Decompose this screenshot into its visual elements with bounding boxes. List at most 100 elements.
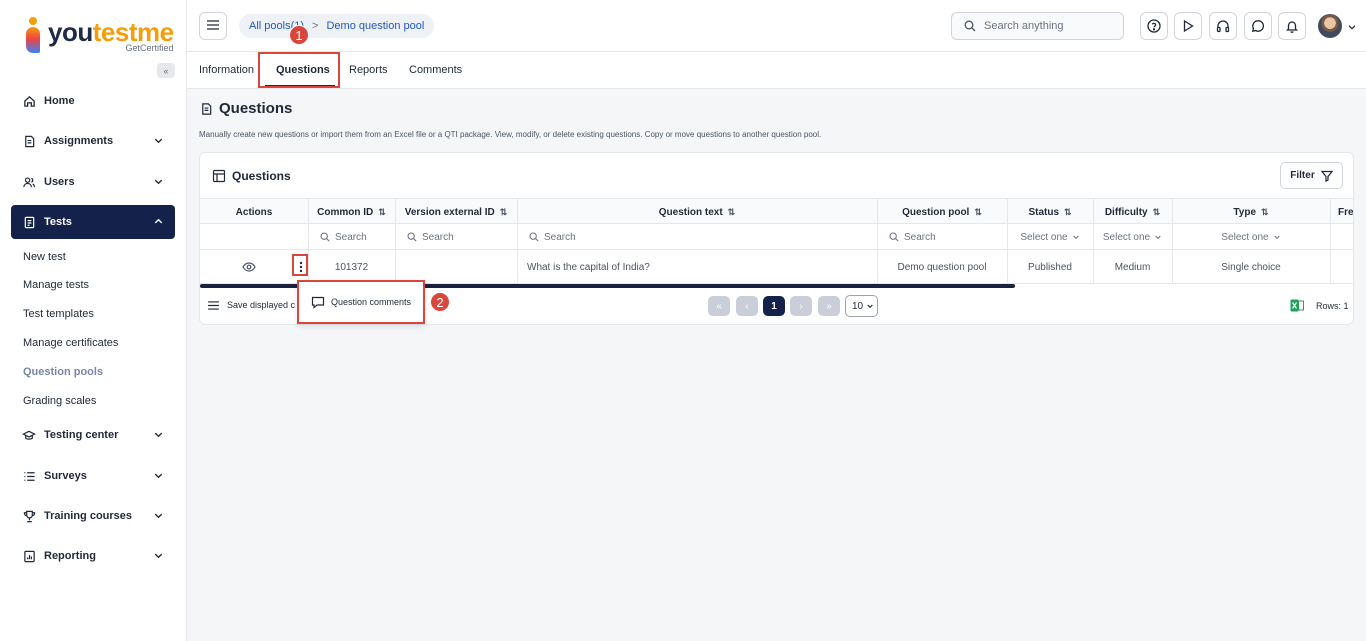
column-divider <box>1330 198 1331 284</box>
sidebar-item-home[interactable]: Home <box>11 84 175 118</box>
sidebar-subitem-question-pools[interactable]: Question pools <box>23 366 103 378</box>
logo-icon <box>24 17 44 53</box>
report-icon <box>22 549 36 563</box>
sidebar-item-label: Reporting <box>44 550 96 562</box>
column-header-type[interactable]: Type ⇅ <box>1172 199 1330 225</box>
sidebar-item-testing-center[interactable]: Testing center <box>11 418 175 452</box>
column-divider <box>877 198 878 284</box>
notifications-button[interactable] <box>1278 12 1306 40</box>
sidebar-item-users[interactable]: Users <box>11 165 175 199</box>
column-header-difficulty[interactable]: Difficulty ⇅ <box>1093 199 1172 225</box>
column-header-status[interactable]: Status ⇅ <box>1007 199 1093 225</box>
hamburger-icon <box>207 19 219 33</box>
avatar[interactable] <box>1318 14 1342 38</box>
global-search-input[interactable]: Search anything <box>951 12 1124 40</box>
filter-label: Filter <box>1290 170 1315 181</box>
version-external-id-search-input[interactable]: Search <box>395 224 517 250</box>
tab-bar: Information Questions Reports Comments <box>187 52 1366 89</box>
sidebar-subitem-manage-tests[interactable]: Manage tests <box>23 279 89 291</box>
filter-icon <box>1320 170 1333 182</box>
common-id-search-input[interactable]: Search <box>308 224 395 250</box>
first-page-button[interactable]: « <box>708 296 730 316</box>
brand-name-part1: you <box>48 17 93 47</box>
question-comments-menu-item[interactable]: Question comments <box>331 297 411 307</box>
next-page-button[interactable]: › <box>790 296 812 316</box>
sidebar-item-training-courses[interactable]: Training courses <box>11 499 175 533</box>
cell-type: Single choice <box>1221 261 1281 273</box>
search-placeholder: Search anything <box>984 20 1064 32</box>
sidebar-subitem-new-test[interactable]: New test <box>23 251 66 263</box>
support-button[interactable] <box>1209 12 1237 40</box>
status-select[interactable]: Select one <box>1007 224 1093 250</box>
search-icon <box>529 232 539 242</box>
card-title-text: Questions <box>232 169 291 183</box>
chevron-down-icon <box>1155 235 1161 240</box>
view-button[interactable] <box>236 250 262 284</box>
logo[interactable]: youtestme GetCertified <box>24 17 174 53</box>
play-button[interactable] <box>1174 12 1202 40</box>
page-title-text: Questions <box>219 100 293 117</box>
bell-icon <box>1285 21 1299 33</box>
tab-highlight-box <box>258 52 340 88</box>
sidebar-item-label: Testing center <box>44 429 119 441</box>
sidebar-item-reporting[interactable]: Reporting <box>11 539 175 573</box>
page-size-select[interactable]: 10 <box>845 295 878 317</box>
sidebar-item-label: Training courses <box>44 510 133 522</box>
comment-icon <box>311 296 325 309</box>
sidebar-subitem-grading-scales[interactable]: Grading scales <box>23 395 96 407</box>
double-chevron-left-icon: « <box>716 300 722 312</box>
excel-export-button[interactable] <box>1290 299 1304 315</box>
chat-button[interactable] <box>1244 12 1272 40</box>
sidebar: youtestme GetCertified « Home Assignment… <box>0 0 187 641</box>
sidebar-item-tests[interactable]: Tests <box>11 205 175 239</box>
column-header-question-pool[interactable]: Question pool ⇅ <box>877 199 1007 225</box>
column-header-version-external-id[interactable]: Version external ID ⇅ <box>395 199 517 225</box>
chevron-down-icon <box>153 470 164 484</box>
chevron-down-icon <box>153 429 164 443</box>
sidebar-subitem-manage-certificates[interactable]: Manage certificates <box>23 337 118 349</box>
column-header-question-text[interactable]: Question text ⇅ <box>517 199 877 225</box>
search-icon <box>320 232 330 242</box>
tab-comments[interactable]: Comments <box>409 64 462 76</box>
save-displayed-columns-button[interactable]: Save displayed c <box>208 300 295 310</box>
sidebar-item-surveys[interactable]: Surveys <box>11 459 175 493</box>
sidebar-subitem-test-templates[interactable]: Test templates <box>23 308 94 320</box>
chevron-down-icon <box>1072 235 1079 240</box>
sidebar-item-assignments[interactable]: Assignments <box>11 124 175 158</box>
cell-common-id: 101372 <box>334 261 369 273</box>
cell-question-pool: Demo question pool <box>897 261 987 273</box>
sidebar-item-label: Surveys <box>44 470 87 482</box>
table-header-row: Actions Common ID ⇅ Version external ID ⇅ … <box>200 198 1353 225</box>
column-header-fre[interactable]: Fre <box>1330 199 1353 225</box>
top-bar: All pools(1) > Demo question pool Search… <box>187 0 1366 52</box>
sort-icon: ⇅ <box>727 206 736 217</box>
type-select[interactable]: Select one <box>1172 224 1330 250</box>
help-button[interactable] <box>1140 12 1168 40</box>
column-header-common-id[interactable]: Common ID ⇅ <box>308 199 395 225</box>
double-chevron-left-icon: « <box>163 65 169 76</box>
chevron-down-icon <box>153 135 164 149</box>
question-pool-search-input[interactable]: Search <box>877 224 1007 250</box>
step-badge-1: 1 <box>289 25 309 45</box>
previous-page-button[interactable]: ‹ <box>736 296 758 316</box>
cell-status: Published <box>1028 261 1072 273</box>
rows-count: Rows: 1 <box>1316 301 1349 311</box>
collapse-sidebar-button[interactable]: « <box>157 63 175 78</box>
menu-lines-icon <box>208 300 219 310</box>
menu-toggle-button[interactable] <box>199 12 227 40</box>
tab-information[interactable]: Information <box>199 64 254 76</box>
filter-button[interactable]: Filter <box>1280 162 1343 189</box>
table-filter-row: Search Search Search Search Select one S… <box>200 224 1353 250</box>
search-icon <box>889 232 899 242</box>
breadcrumb-current[interactable]: Demo question pool <box>326 20 424 32</box>
difficulty-select[interactable]: Select one <box>1093 224 1172 250</box>
sidebar-item-label: Users <box>44 176 75 188</box>
tab-reports[interactable]: Reports <box>349 64 388 76</box>
list-icon <box>22 469 36 483</box>
chevron-down-icon[interactable] <box>1347 21 1357 35</box>
last-page-button[interactable]: » <box>818 296 840 316</box>
question-text-search-input[interactable]: Search <box>517 224 877 250</box>
chevron-down-icon <box>153 510 164 524</box>
help-icon <box>1147 19 1161 33</box>
current-page-button[interactable]: 1 <box>763 296 785 316</box>
